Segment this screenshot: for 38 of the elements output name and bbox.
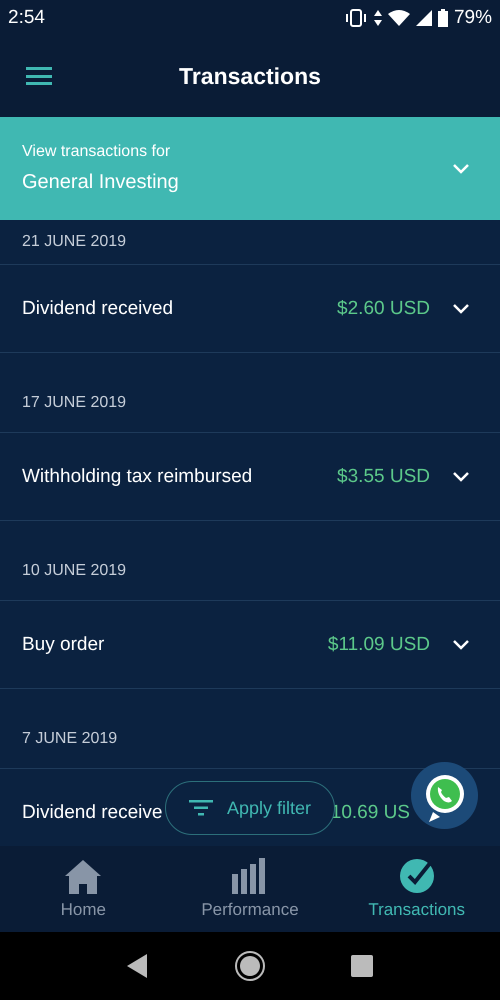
nav-tab[interactable]: Transactions (333, 846, 500, 932)
bar-chart-icon (232, 858, 268, 894)
house-icon (65, 858, 102, 894)
chevron-down-icon[interactable] (452, 470, 470, 482)
transaction-description: Withholding tax reimbursed (22, 466, 254, 488)
nav-tab[interactable]: Home (0, 846, 167, 932)
selector-label: View transactions for (22, 143, 172, 161)
back-icon[interactable] (127, 954, 149, 978)
nav-tab[interactable]: Performance (166, 846, 334, 932)
date-heading: 10 JUNE 2019 (22, 562, 126, 580)
filter-icon (188, 800, 213, 816)
selected-account: General Investing (22, 171, 179, 194)
transaction-description: Dividend receive (22, 802, 162, 824)
home-icon[interactable] (234, 950, 266, 982)
transaction-row[interactable]: Withholding tax reimbursed $3.55 USD (0, 433, 500, 521)
wifi-icon (388, 10, 410, 26)
apply-filter-button[interactable]: Apply filter (165, 781, 335, 835)
vibrate-icon (344, 8, 368, 26)
menu-icon[interactable] (26, 67, 52, 85)
check-circle-icon (398, 858, 435, 894)
clock-time: 2:54 (8, 6, 45, 28)
battery-level: 79% (454, 6, 492, 28)
chevron-down-icon[interactable] (452, 302, 470, 314)
date-heading: 17 JUNE 2019 (22, 394, 126, 412)
signal-icon (416, 10, 432, 26)
data-arrows-icon (374, 10, 382, 26)
screen-title: Transactions (179, 62, 321, 90)
chevron-down-icon[interactable] (452, 638, 470, 650)
transaction-amount: $3.55 USD (337, 466, 430, 488)
transaction-amount: $2.60 USD (337, 298, 430, 320)
transaction-amount: $11.09 USD (328, 634, 430, 656)
transaction-description: Buy order (22, 634, 106, 656)
battery-icon (438, 8, 448, 26)
date-heading: 7 JUNE 2019 (22, 730, 118, 748)
transaction-row[interactable]: Buy order $11.09 USD (0, 601, 500, 689)
date-heading: 21 JUNE 2019 (22, 233, 126, 251)
transaction-description: Dividend received (22, 298, 174, 320)
transaction-row[interactable]: Dividend received $2.60 USD (0, 265, 500, 353)
